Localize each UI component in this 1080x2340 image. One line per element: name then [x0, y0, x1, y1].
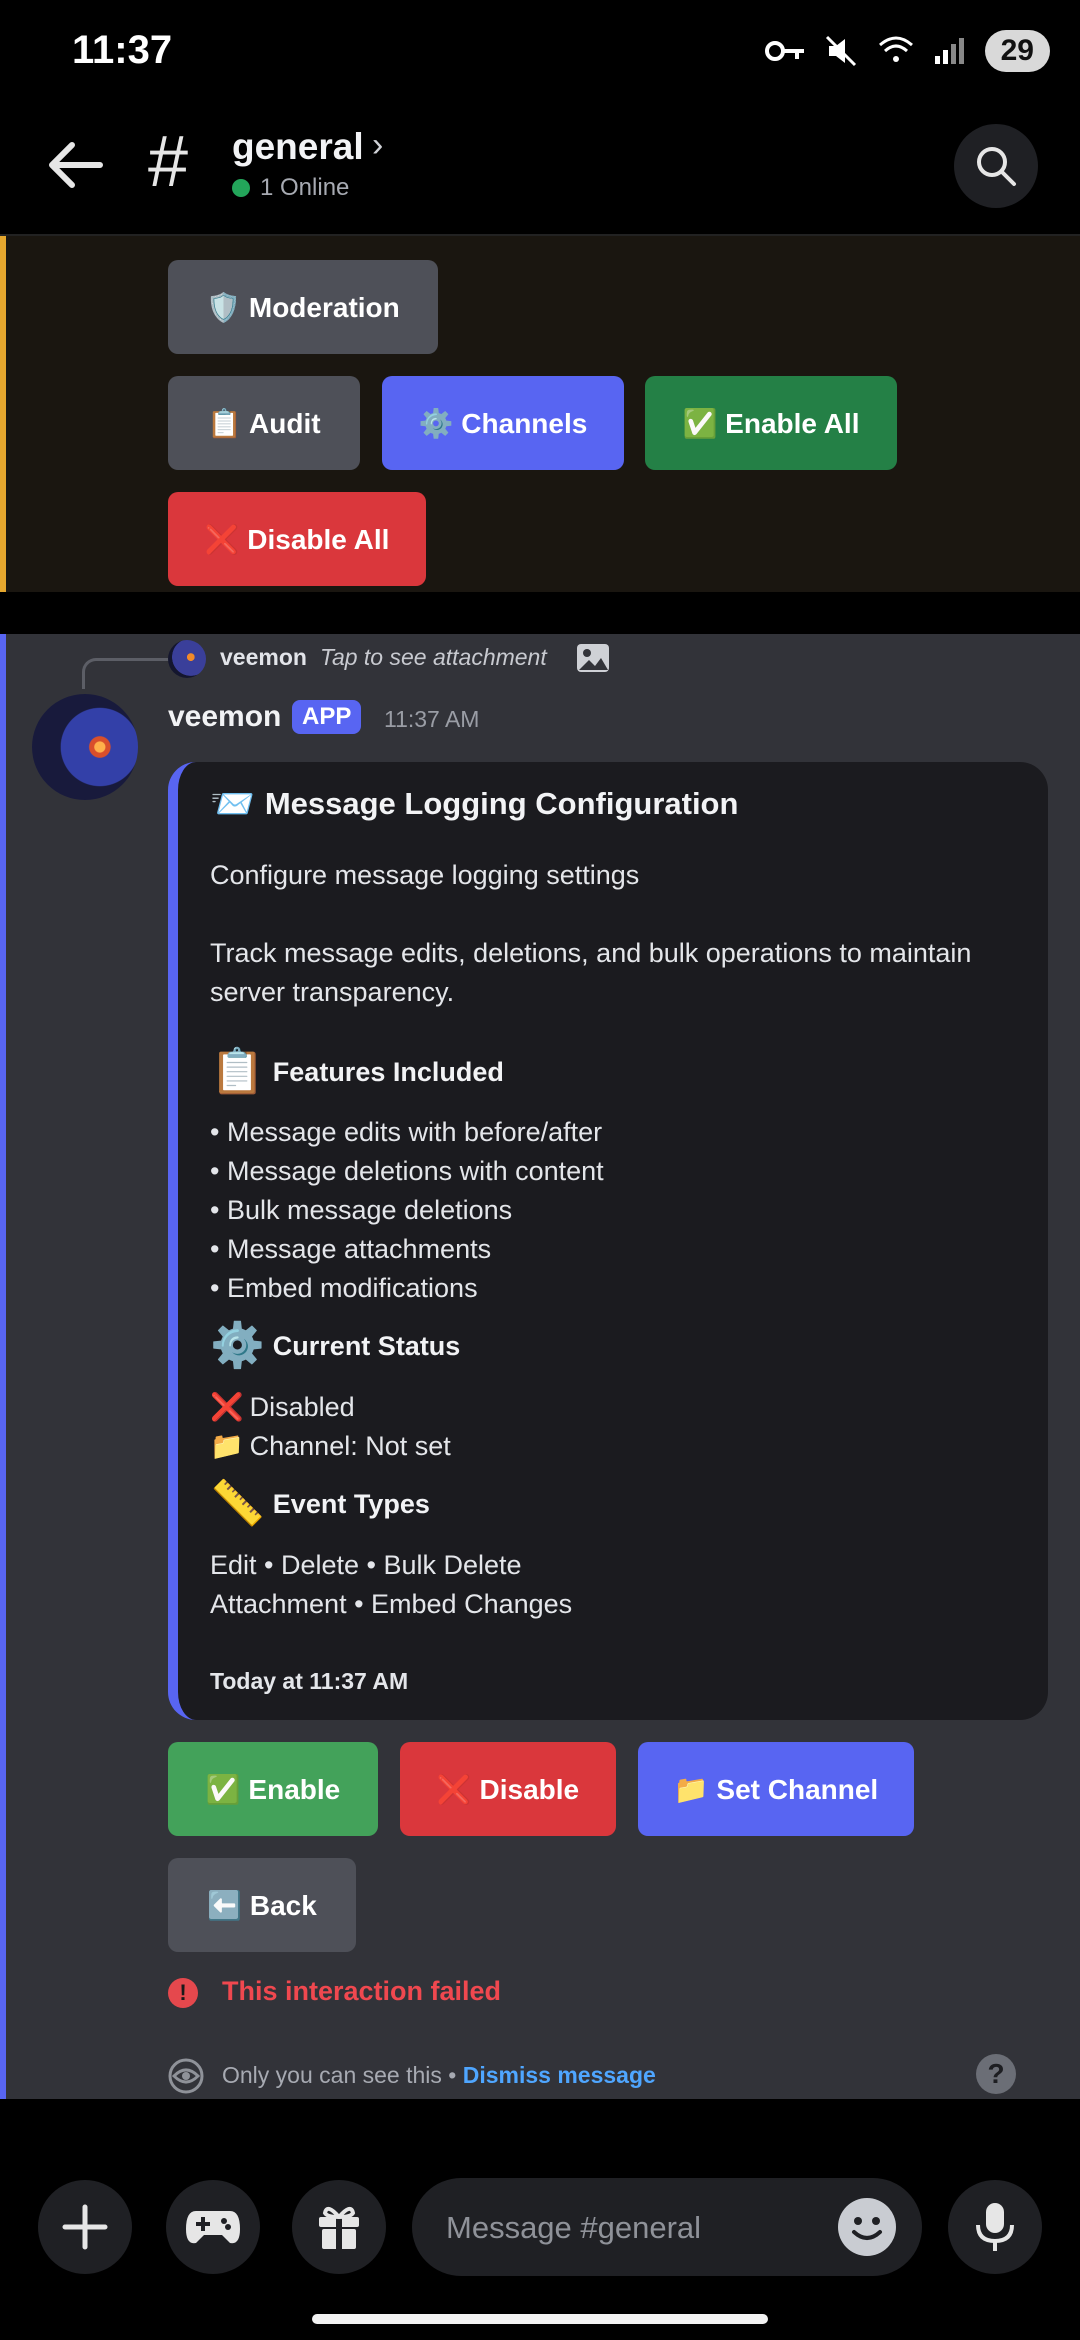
feature-item: • Bulk message deletions [210, 1195, 513, 1225]
microphone-icon [976, 2203, 1014, 2251]
message-input-placeholder: Message #general [446, 2210, 702, 2245]
event-types-line: Attachment • Embed Changes [210, 1589, 573, 1619]
embed-detail: Track message edits, deletions, and bulk… [210, 938, 972, 1007]
status-time: 11:37 [72, 28, 173, 72]
error-icon: ! [168, 1978, 198, 2008]
app-badge: APP [292, 700, 362, 734]
signal-icon [934, 38, 964, 64]
online-status: 1 Online [232, 174, 349, 202]
voice-message-button[interactable] [948, 2180, 1042, 2274]
online-dot-icon [232, 179, 250, 197]
status-heading: ⚙️ Current Status [210, 1324, 460, 1368]
ephemeral-notice: Only you can see this • Dismiss message [222, 2062, 656, 2089]
avatar[interactable] [32, 694, 138, 800]
channel-value: Channel: Not set [249, 1431, 451, 1461]
enable-button[interactable]: ✅ Enable [168, 1742, 378, 1836]
ruler-icon: 📏 [210, 1479, 265, 1528]
ephemeral-accent-bar [0, 634, 6, 2099]
key-icon [764, 41, 804, 61]
moderation-button[interactable]: 🛡️ Moderation [168, 260, 438, 354]
cross-icon: ❌ [210, 1392, 244, 1422]
embed-description: Configure message logging settings [210, 860, 640, 890]
features-title: Features Included [272, 1056, 504, 1087]
hash-icon: # [148, 122, 189, 202]
folder-icon: 📁 [210, 1431, 244, 1461]
search-button[interactable] [954, 124, 1038, 208]
feature-item: • Message edits with before/after [210, 1117, 603, 1147]
smile-icon [852, 2217, 882, 2240]
wifi-icon [878, 36, 913, 62]
channel-title[interactable]: general [232, 126, 364, 168]
reply-connector [82, 658, 169, 689]
embed-title: 📨 Message Logging Configuration [210, 786, 738, 822]
status-icons: 29 [764, 30, 1050, 72]
reply-author[interactable]: veemon [220, 644, 307, 671]
embed-footer: Today at 11:37 AM [210, 1668, 409, 1694]
disable-all-button[interactable]: ❌ Disable All [168, 492, 426, 586]
ephemeral-text: Only you can see this • [222, 2062, 463, 2088]
enable-all-button[interactable]: ✅ Enable All [645, 376, 897, 470]
envelope-icon: 📨 [210, 783, 255, 824]
chevron-right-icon[interactable]: › [372, 126, 383, 165]
channels-button[interactable]: ⚙️ Channels [382, 376, 624, 470]
feature-item: • Message attachments [210, 1234, 492, 1264]
status-title: Current Status [272, 1330, 461, 1361]
mute-icon [825, 35, 856, 67]
battery-indicator: 29 [984, 30, 1050, 72]
gift-icon [319, 2206, 359, 2249]
message-timestamp: 11:37 AM [384, 706, 480, 732]
gear-icon: ⚙️ [210, 1321, 265, 1370]
back-arrow-icon[interactable] [40, 135, 110, 195]
eye-icon [168, 2058, 204, 2094]
disable-button[interactable]: ❌ Disable [400, 1742, 616, 1836]
event-types-line: Edit • Delete • Bulk Delete [210, 1550, 522, 1580]
features-heading: 📋 Features Included [210, 1050, 504, 1094]
audit-button[interactable]: 📋 Audit [168, 376, 360, 470]
author-name[interactable]: veemon [168, 700, 281, 734]
back-button[interactable]: ⬅️ Back [168, 1858, 356, 1952]
event-types-title: Event Types [272, 1488, 430, 1519]
gift-button[interactable] [292, 2180, 386, 2274]
reply-preview[interactable]: Tap to see attachment [320, 644, 547, 671]
plus-icon [62, 2204, 108, 2250]
add-attachment-button[interactable] [38, 2180, 132, 2274]
feature-item: • Message deletions with content [210, 1156, 604, 1186]
status-channel-line: 📁 Channel: Not set [210, 1427, 451, 1466]
embed-title-text: Message Logging Configuration [264, 786, 739, 821]
reply-avatar[interactable] [168, 640, 206, 678]
interaction-error: This interaction failed [222, 1976, 502, 2006]
activities-button[interactable] [166, 2180, 260, 2274]
status-value: Disabled [249, 1392, 355, 1422]
emoji-button[interactable] [838, 2198, 896, 2256]
event-types-heading: 📏 Event Types [210, 1482, 430, 1526]
search-icon [977, 147, 1016, 186]
dismiss-message-link[interactable]: Dismiss message [463, 2062, 656, 2088]
home-indicator[interactable] [312, 2314, 768, 2324]
feature-item: • Embed modifications [210, 1273, 478, 1303]
image-icon [577, 644, 609, 672]
help-icon[interactable]: ? [976, 2054, 1016, 2094]
message-separator [0, 592, 1080, 634]
set-channel-button[interactable]: 📁 Set Channel [638, 1742, 914, 1836]
status-enabled-line: ❌ Disabled [210, 1388, 355, 1427]
gamepad-icon [186, 2211, 240, 2244]
online-count: 1 Online [260, 174, 350, 201]
clipboard-icon: 📋 [210, 1047, 265, 1096]
